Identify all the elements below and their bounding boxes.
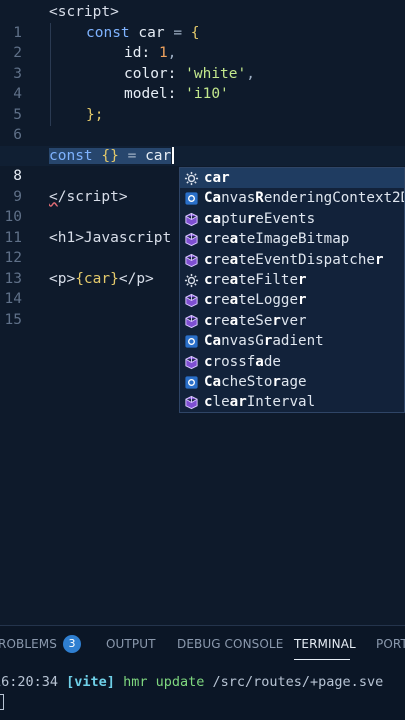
suggestion-item[interactable]: createServer [180,311,404,331]
panel-tabs: ROBLEMS 3 OUTPUT DEBUG CONSOLE TERMINAL … [0,626,405,662]
variable-icon [184,171,199,186]
suggestion-item[interactable]: crossfade [180,352,404,372]
typed-identifier: car [145,147,172,164]
suggestion-label: createEventDispatcher [204,251,384,268]
code-editor[interactable]: 1 <script> 2 const car = { 3 id: 1, 4 co… [0,0,405,625]
method-icon [185,355,198,369]
problems-count-badge: 3 [63,635,81,653]
suggestion-item[interactable]: CacheStorage [180,372,404,392]
suggestion-label: CanvasRenderingContext2D [204,190,404,207]
suggestion-label: createImageBitmap [204,231,350,248]
script-close-tag: /script> [57,188,128,205]
brace-open: { [190,24,200,41]
interface-icon [185,335,198,348]
property-key: color: [124,65,177,82]
code-line-5[interactable]: 5 model: 'i10' [0,84,405,123]
operator-assign: = [173,24,183,41]
bottom-panel: ROBLEMS 3 OUTPUT DEBUG CONSOLE TERMINAL … [0,625,405,720]
method-icon [185,212,198,226]
script-open-tag: <script> [49,4,119,20]
suggestion-item[interactable]: createLogger [180,290,404,310]
terminal-cursor [0,694,4,710]
svelte-expression: {car} [75,270,119,287]
suggestion-label: crossfade [204,353,281,370]
suggestion-label: createLogger [204,292,307,309]
code-line-3[interactable]: 3 id: 1, [0,43,405,82]
tab-problems[interactable]: ROBLEMS [0,637,57,651]
identifier-car: car [138,24,165,41]
code-line-7[interactable]: 7 [0,125,405,164]
suggestion-label: CanvasGradient [204,333,324,350]
suggestion-item[interactable]: car [180,168,404,189]
property-key: id: [124,45,151,61]
method-icon [185,396,198,410]
method-icon [185,314,198,328]
suggestion-item[interactable]: CanvasRenderingContext2D [180,188,404,208]
suggestion-item[interactable]: captureEvents [180,209,404,229]
destructure-braces: {} [101,147,119,164]
suggestion-item[interactable]: createFilter [180,270,404,290]
line-number: 15 [4,311,22,328]
string-literal: 'i10' [185,86,229,102]
suggestion-label: CacheStorage [204,373,307,390]
suggestion-label: createFilter [204,271,307,288]
property-key: model: [124,86,177,102]
terminal-timestamp: 16:20:34 [0,674,59,690]
h1-element: <h1>Javascript [49,229,172,246]
suggestion-item[interactable]: createEventDispatcher [180,250,404,270]
code-line-1[interactable]: 1 <script> [0,2,405,41]
text-cursor [172,147,175,164]
tab-output[interactable]: OUTPUT [106,637,156,651]
terminal-vite-tag: [vite] [66,674,115,690]
p-close-tag: </p> [118,270,154,287]
autocomplete-suggestions[interactable]: car CanvasRenderingContext2D captureEvents… [179,167,405,413]
keyword-const: const [49,147,93,164]
tab-debug-console[interactable]: DEBUG CONSOLE [177,637,283,651]
code-line-4[interactable]: 4 color: 'white', [0,64,405,103]
interface-icon [185,376,198,389]
code-line-6[interactable]: 6 }; [0,105,405,144]
string-literal: 'white' [185,65,247,82]
terminal-path: /src/routes/+page.sve [212,674,384,690]
suggestion-label: car [204,170,230,186]
comma: , [246,65,255,82]
tab-terminal[interactable]: TERMINAL [294,637,356,651]
code-line-2[interactable]: 2 const car = { [0,23,405,62]
code-line-8-current[interactable]: 8 const {} = car [0,145,405,184]
keyword-const: const [86,24,130,41]
suggestion-label: createServer [204,312,307,329]
method-icon [185,253,198,267]
suggestion-item[interactable]: createImageBitmap [180,229,404,249]
method-icon [185,233,198,247]
suggestion-item[interactable]: CanvasGradient [180,331,404,351]
brace-close: }; [86,106,104,123]
suggestion-label: clearInterval [204,394,316,411]
method-icon [185,294,198,308]
number-literal: 1 [158,45,168,61]
active-tab-indicator [294,659,350,660]
suggestion-item[interactable]: clearInterval [180,392,404,412]
suggestion-label: captureEvents [204,210,316,227]
terminal-output-line: 16:20:34 [vite] hmr update /src/routes/+… [0,674,383,690]
script-close-lt: < [49,188,58,205]
tab-ports[interactable]: PORT [376,637,405,651]
p-open-tag: <p> [49,270,76,287]
terminal-hmr-message: hmr update [123,674,205,690]
interface-icon [185,192,198,205]
comma: , [167,45,177,61]
variable-icon [184,273,199,288]
